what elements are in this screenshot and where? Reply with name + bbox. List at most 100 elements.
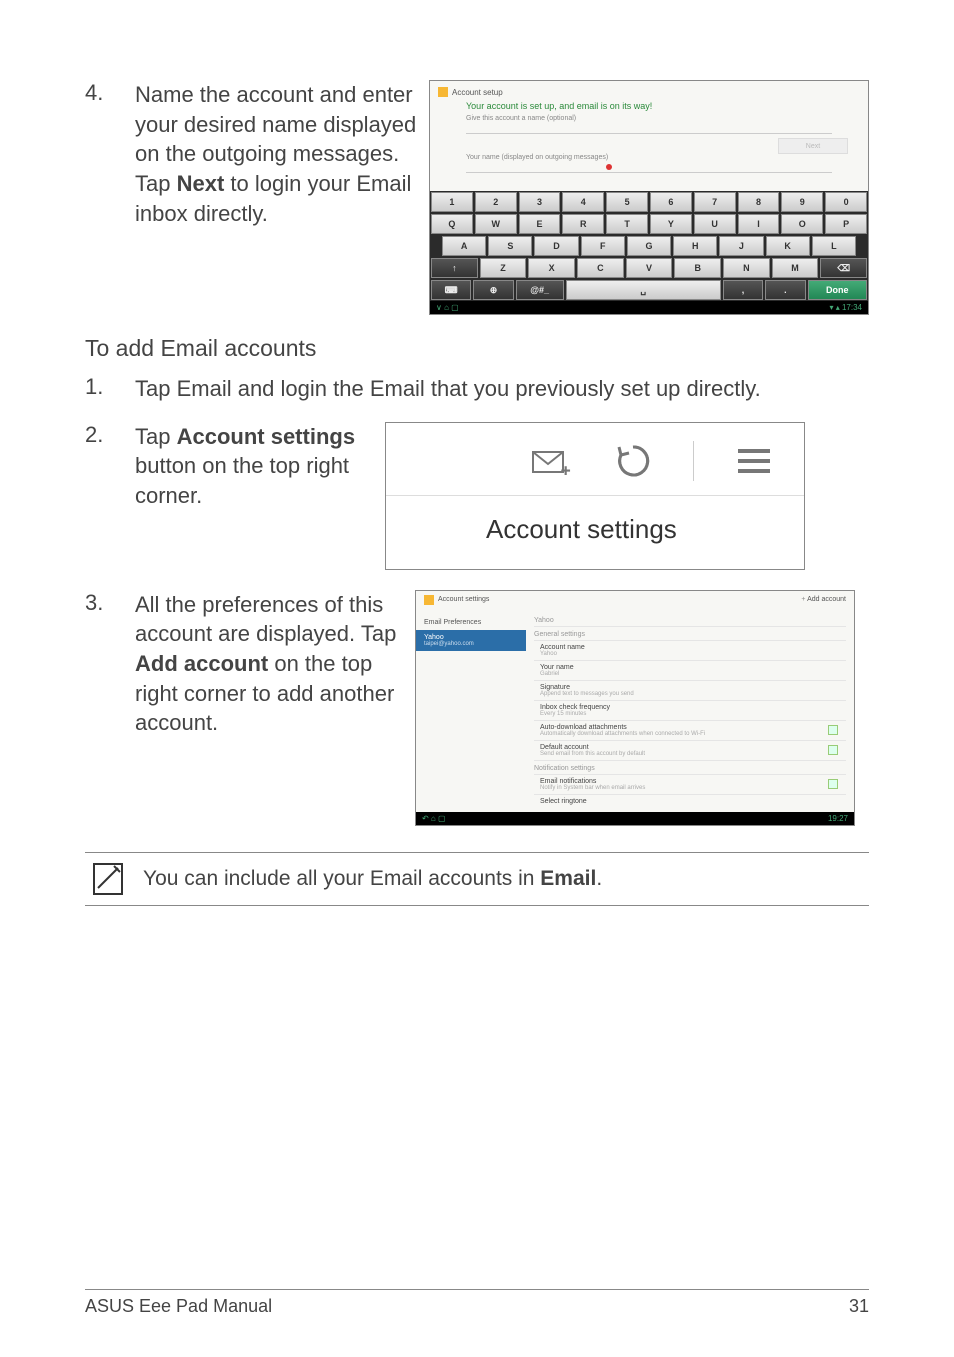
checkbox[interactable] (828, 745, 838, 755)
step2-text-b: button on the top right corner. (135, 453, 349, 508)
keyboard-key[interactable]: W (475, 214, 517, 234)
checkbox[interactable] (828, 779, 838, 789)
keyboard-key[interactable]: N (723, 258, 770, 278)
step2-bold: Account settings (177, 424, 355, 449)
settings-title: Account settings (438, 596, 489, 603)
status-bar: ∨ ⌂ ▢ ▾ ▴ 17:34 (430, 301, 868, 314)
note-text-a: You can include all your Email accounts … (143, 867, 540, 890)
sidebar-email-prefs[interactable]: Email Preferences (416, 615, 526, 630)
keyboard-key[interactable]: 9 (781, 192, 823, 212)
account-name-label: Give this account a name (optional) (466, 115, 860, 122)
account-settings-menu-item[interactable]: Account settings (386, 496, 804, 569)
settings-item[interactable]: Account nameYahoo (534, 640, 846, 660)
keyboard-key[interactable]: ↑ (431, 258, 478, 278)
settings-item[interactable]: SignatureAppend text to messages you sen… (534, 680, 846, 700)
compose-icon[interactable]: + (529, 444, 573, 478)
keyboard-key[interactable]: . (765, 280, 805, 300)
nav-icons: ↶ ⌂ ▢ (422, 814, 446, 823)
settings-item[interactable]: Select ringtone (534, 794, 846, 808)
keyboard-key[interactable]: I (738, 214, 780, 234)
keyboard-key[interactable]: @#_ (516, 280, 564, 300)
keyboard: 1234567890 QWERTYUIOP ASDFGHJKL ↑ZXCVBNM… (430, 191, 868, 301)
keyboard-key[interactable]: Z (480, 258, 527, 278)
status-bar: ↶ ⌂ ▢ 19:27 (416, 812, 854, 825)
step-number: 4. (85, 80, 135, 106)
keyboard-key[interactable]: E (519, 214, 561, 234)
menu-icon[interactable] (734, 443, 774, 479)
settings-item[interactable]: Inbox check frequencyEvery 15 minutes (534, 700, 846, 720)
step2-text: Tap Account settings button on the top r… (135, 422, 385, 511)
footer-title: ASUS Eee Pad Manual (85, 1296, 272, 1317)
keyboard-key[interactable]: K (766, 236, 810, 256)
keyboard-key[interactable]: 5 (606, 192, 648, 212)
keyboard-key[interactable]: G (627, 236, 671, 256)
account-name-input[interactable] (466, 124, 832, 134)
keyboard-key[interactable]: 7 (694, 192, 736, 212)
keyboard-key[interactable]: B (674, 258, 721, 278)
your-name-label: Your name (displayed on outgoing message… (466, 154, 860, 161)
keyboard-key[interactable]: P (825, 214, 867, 234)
settings-item[interactable]: Default accountSend email from this acco… (534, 740, 846, 760)
step4-text: Name the account and enter your desired … (135, 80, 429, 228)
keyboard-key[interactable]: 8 (738, 192, 780, 212)
keyboard-key[interactable]: Y (650, 214, 692, 234)
category-yahoo: Yahoo (534, 613, 846, 626)
step-number: 3. (85, 590, 135, 616)
keyboard-key[interactable]: 2 (475, 192, 517, 212)
keyboard-key[interactable]: R (562, 214, 604, 234)
checkbox[interactable] (828, 725, 838, 735)
refresh-icon[interactable] (613, 441, 653, 481)
keyboard-key[interactable]: Done (808, 280, 867, 300)
keyboard-key[interactable]: ⌫ (820, 258, 867, 278)
screenshot-account-setup: Account setup Your account is set up, an… (429, 80, 869, 315)
keyboard-key[interactable]: C (577, 258, 624, 278)
keyboard-key[interactable]: X (528, 258, 575, 278)
note-box: You can include all your Email accounts … (85, 852, 869, 906)
keyboard-key[interactable]: H (673, 236, 717, 256)
keyboard-key[interactable]: D (534, 236, 578, 256)
keyboard-key[interactable]: T (606, 214, 648, 234)
keyboard-key[interactable]: Q (431, 214, 473, 234)
keyboard-key[interactable]: J (719, 236, 763, 256)
keyboard-key[interactable]: ⊕ (473, 280, 513, 300)
mail-icon (424, 595, 434, 605)
note-bold: Email (540, 867, 596, 890)
screenshot-toolbar: + Account settings (385, 422, 805, 570)
page-footer: ASUS Eee Pad Manual 31 (85, 1289, 869, 1317)
keyboard-key[interactable]: 6 (650, 192, 692, 212)
next-button[interactable]: Next (778, 138, 848, 154)
keyboard-key[interactable]: 4 (562, 192, 604, 212)
sidebar-account-yahoo[interactable]: Yahoo taipei@yahoo.com (416, 630, 526, 651)
keyboard-key[interactable]: A (442, 236, 486, 256)
keyboard-key[interactable]: F (581, 236, 625, 256)
clock: 17:34 (842, 303, 862, 312)
keyboard-key[interactable]: M (772, 258, 819, 278)
keyboard-key[interactable]: 3 (519, 192, 561, 212)
screenshot-account-settings: Account settings + Add account Email Pre… (415, 590, 855, 826)
step-number: 2. (85, 422, 135, 448)
keyboard-key[interactable]: 1 (431, 192, 473, 212)
settings-item[interactable]: Email notificationsNotify in System bar … (534, 774, 846, 794)
step4-bold: Next (177, 171, 225, 196)
mail-icon (438, 87, 448, 97)
keyboard-key[interactable]: O (781, 214, 823, 234)
step2-text-a: Tap (135, 424, 177, 449)
settings-item[interactable]: Your nameGabriel (534, 660, 846, 680)
settings-item[interactable]: Auto-download attachmentsAutomatically d… (534, 720, 846, 740)
step3-text-a: All the preferences of this account are … (135, 592, 396, 647)
setup-success-text: Your account is set up, and email is on … (466, 101, 860, 111)
note-text-b: . (596, 867, 602, 890)
keyboard-key[interactable]: ␣ (566, 280, 721, 300)
keyboard-key[interactable]: S (488, 236, 532, 256)
your-name-input[interactable] (466, 163, 832, 173)
keyboard-key[interactable]: V (626, 258, 673, 278)
keyboard-key[interactable]: , (723, 280, 763, 300)
step-number: 1. (85, 374, 135, 400)
keyboard-key[interactable]: L (812, 236, 856, 256)
keyboard-key[interactable]: 0 (825, 192, 867, 212)
clock: 19:27 (828, 814, 848, 823)
keyboard-key[interactable]: ⌨ (431, 280, 471, 300)
add-account-button[interactable]: + Add account (801, 596, 846, 603)
keyboard-key[interactable]: U (694, 214, 736, 234)
wifi-icon: ▾ ▴ (829, 303, 841, 312)
